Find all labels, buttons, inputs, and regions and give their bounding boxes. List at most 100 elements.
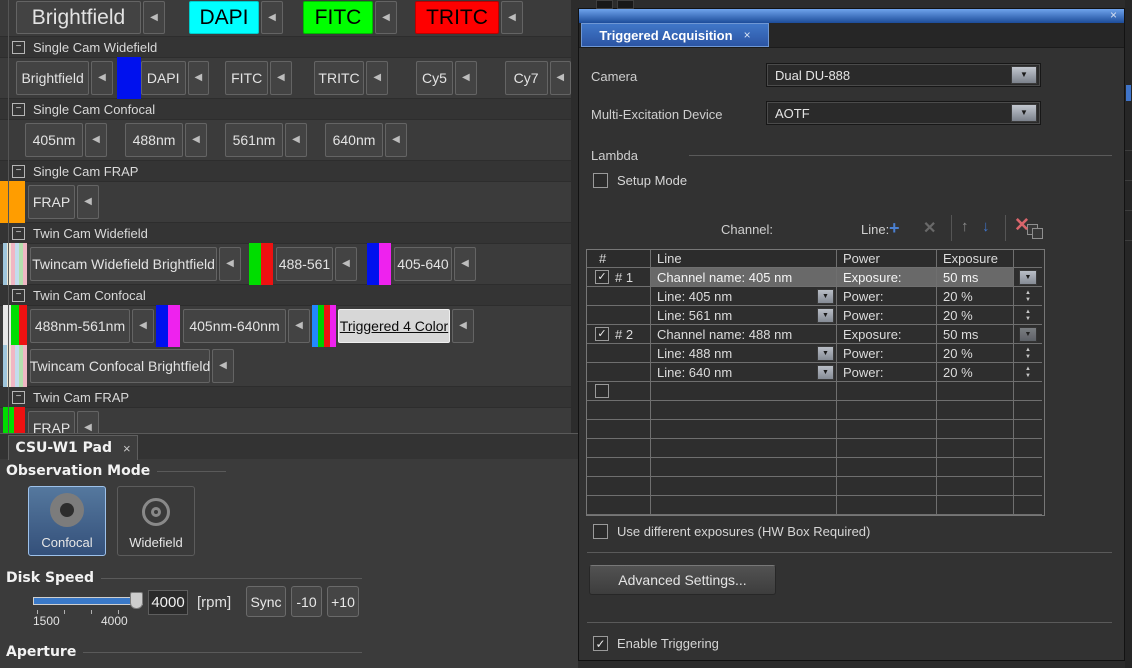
channel-flip-button[interactable]: ◀	[77, 411, 99, 433]
collapse-icon[interactable]: −	[12, 165, 25, 178]
camera-select[interactable]: Dual DU-888 ▼	[766, 63, 1041, 87]
window-titlebar[interactable]: ×	[579, 9, 1124, 23]
channel-flip-button[interactable]: ◀	[385, 123, 407, 157]
setup-mode-checkbox-row[interactable]: Setup Mode	[593, 173, 687, 188]
disk-speed-value-field[interactable]: 4000	[148, 590, 188, 615]
big-channel-button-dapi[interactable]: DAPI	[189, 1, 259, 34]
channel-button-561nm[interactable]: 561nm	[225, 123, 283, 157]
channel-flip-button[interactable]: ◀	[550, 61, 571, 95]
confocal-mode-button[interactable]: Confocal	[28, 486, 106, 556]
table-row-line[interactable]: Line: 488 nm▼ Power: 20 % ▲▼	[587, 344, 1044, 363]
group-header-twin-cam-frap[interactable]: − Twin Cam FRAP	[0, 386, 571, 408]
dropdown-button[interactable]: ▼	[1011, 66, 1037, 84]
channel-flip-button[interactable]: ◀	[91, 61, 113, 95]
big-channel-button-brightfield[interactable]: Brightfield	[16, 1, 141, 34]
checkbox-unchecked[interactable]	[593, 524, 608, 539]
channel-button-brightfield[interactable]: Brightfield	[16, 61, 89, 95]
move-up-icon[interactable]: ↑	[961, 218, 969, 235]
line-select-cell[interactable]: Line: 405 nm▼	[651, 287, 837, 306]
channel-name-cell[interactable]: Channel name: 405 nm	[651, 268, 837, 287]
line-dropdown-button[interactable]: ▼	[817, 346, 834, 361]
close-icon[interactable]: ×	[123, 442, 131, 455]
table-row-line[interactable]: Line: 405 nm▼ Power: 20 % ▲▼	[587, 287, 1044, 306]
line-select-cell[interactable]: Line: 640 nm▼	[651, 363, 837, 382]
exposure-dropdown-button[interactable]: ▼	[1019, 327, 1037, 342]
speed-plus-10-button[interactable]: +10	[327, 586, 359, 617]
close-icon[interactable]: ×	[1110, 9, 1117, 22]
collapse-icon[interactable]: −	[12, 227, 25, 240]
channel-flip-button[interactable]: ◀	[270, 61, 292, 95]
enable-triggering-checkbox-row[interactable]: ✓ Enable Triggering	[593, 636, 719, 651]
channel-button-405nm-640nm[interactable]: 405nm-640nm	[183, 309, 286, 343]
group-header-single-cam-confocal[interactable]: − Single Cam Confocal	[0, 98, 571, 120]
channel-button-640nm[interactable]: 640nm	[325, 123, 383, 157]
widefield-mode-button[interactable]: Widefield	[117, 486, 195, 556]
channel-flip-button[interactable]: ◀	[501, 1, 523, 34]
power-value-cell[interactable]: 20 %	[937, 306, 1014, 325]
channel-flip-button[interactable]: ◀	[188, 61, 210, 95]
dropdown-button[interactable]: ▼	[1011, 104, 1037, 122]
collapse-icon[interactable]: −	[12, 391, 25, 404]
power-value-cell[interactable]: 20 %	[937, 287, 1014, 306]
channel-flip-button[interactable]: ◀	[455, 61, 477, 95]
exposure-value-cell[interactable]: 50 ms	[937, 325, 1014, 344]
big-channel-button-tritc[interactable]: TRITC	[415, 1, 499, 34]
line-select-cell[interactable]: Line: 488 nm▼	[651, 344, 837, 363]
tab-triggered-acquisition[interactable]: Triggered Acquisition ×	[581, 23, 769, 47]
exposure-dropdown-button[interactable]: ▼	[1019, 270, 1037, 285]
channel-flip-button[interactable]: ◀	[366, 61, 388, 95]
group-header-single-cam-widefield[interactable]: − Single Cam Widefield	[0, 36, 571, 58]
channel-flip-button[interactable]: ◀	[288, 309, 310, 343]
channel-button-cy7[interactable]: Cy7	[505, 61, 548, 95]
tab-csu-w1-pad[interactable]: CSU-W1 Pad ×	[8, 435, 138, 460]
channel-name-cell[interactable]: Channel name: 488 nm	[651, 325, 837, 344]
speed-minus-10-button[interactable]: -10	[291, 586, 322, 617]
channel-button-488nm-561nm[interactable]: 488nm-561nm	[30, 309, 130, 343]
channel-button-frap[interactable]: FRAP	[28, 185, 75, 219]
line-dropdown-button[interactable]: ▼	[817, 308, 834, 323]
channel-button-twin-frap[interactable]: FRAP	[28, 411, 75, 433]
channel-button-dapi[interactable]: DAPI	[141, 61, 186, 95]
channel-button-fitc[interactable]: FITC	[225, 61, 268, 95]
table-row-line[interactable]: Line: 561 nm▼ Power: 20 % ▲▼	[587, 306, 1044, 325]
channel-flip-button[interactable]: ◀	[261, 1, 283, 34]
line-dropdown-button[interactable]: ▼	[817, 289, 834, 304]
channel-flip-button[interactable]: ◀	[185, 123, 207, 157]
power-spinner[interactable]: ▲▼	[1020, 307, 1036, 324]
channel-flip-button[interactable]: ◀	[219, 247, 241, 281]
use-different-exposures-checkbox-row[interactable]: Use different exposures (HW Box Required…	[593, 524, 870, 539]
move-down-icon[interactable]: ↓	[982, 218, 990, 235]
channel-flip-button[interactable]: ◀	[143, 1, 165, 34]
power-value-cell[interactable]: 20 %	[937, 344, 1014, 363]
channel-flip-button[interactable]: ◀	[212, 349, 234, 383]
power-value-cell[interactable]: 20 %	[937, 363, 1014, 382]
sync-button[interactable]: Sync	[246, 586, 286, 617]
channel-button-tritc[interactable]: TRITC	[314, 61, 365, 95]
channel-button-488-561[interactable]: 488-561	[276, 247, 333, 281]
channel-button-488nm[interactable]: 488nm	[125, 123, 183, 157]
multi-excitation-device-select[interactable]: AOTF ▼	[766, 101, 1041, 125]
checkbox-unchecked[interactable]	[593, 173, 608, 188]
exposure-value-cell[interactable]: 50 ms	[937, 268, 1014, 287]
group-header-single-cam-frap[interactable]: − Single Cam FRAP	[0, 160, 571, 182]
power-spinner[interactable]: ▲▼	[1020, 288, 1036, 305]
advanced-settings-button[interactable]: Advanced Settings...	[589, 565, 776, 595]
group-header-twin-cam-confocal[interactable]: − Twin Cam Confocal	[0, 284, 571, 306]
collapse-icon[interactable]: −	[12, 289, 25, 302]
channel-button-twincam-confocal-brightfield[interactable]: Twincam Confocal Brightfield	[30, 349, 210, 383]
channel-flip-button[interactable]: ◀	[335, 247, 357, 281]
checkbox-unchecked[interactable]	[595, 384, 609, 398]
group-header-twin-cam-widefield[interactable]: − Twin Cam Widefield	[0, 222, 571, 244]
channel-button-cy5[interactable]: Cy5	[416, 61, 453, 95]
channel-button-triggered-4-color-selected[interactable]: Triggered 4 Color	[338, 309, 450, 343]
add-line-icon[interactable]: +	[889, 218, 900, 239]
line-dropdown-button[interactable]: ▼	[817, 365, 834, 380]
close-icon[interactable]: ×	[744, 28, 751, 42]
channel-button-twincam-widefield-brightfield[interactable]: Twincam Widefield Brightfield	[30, 247, 217, 281]
channel-button-405-640[interactable]: 405-640	[394, 247, 452, 281]
big-channel-button-fitc[interactable]: FITC	[303, 1, 373, 34]
channel-flip-button[interactable]: ◀	[85, 123, 107, 157]
disk-speed-slider-track[interactable]	[33, 597, 143, 605]
power-spinner[interactable]: ▲▼	[1020, 345, 1036, 362]
table-row-line[interactable]: Line: 640 nm▼ Power: 20 % ▲▼	[587, 363, 1044, 382]
